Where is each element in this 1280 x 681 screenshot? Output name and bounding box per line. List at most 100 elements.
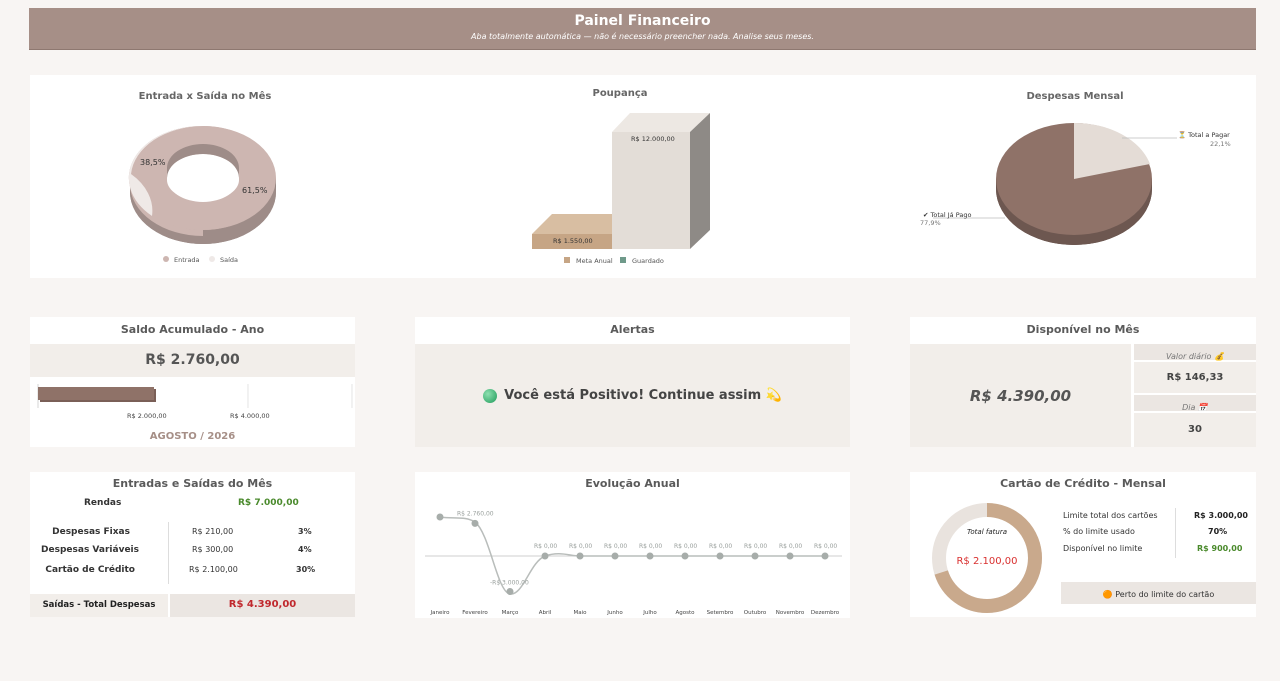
total-label: Saídas - Total Despesas <box>42 600 156 610</box>
dia-value: 30 <box>1188 424 1202 435</box>
saldo-value-box: R$ 2.760,00 <box>30 344 355 377</box>
evolucao-month-label: Julho <box>642 610 657 616</box>
donut-value: R$ 2.100,00 <box>956 556 1017 567</box>
saldo-period: AGOSTO / 2026 <box>149 431 236 442</box>
legend-saida: Saída <box>220 256 238 264</box>
evolucao-month-label: Abril <box>539 610 552 616</box>
saldo-value: R$ 2.760,00 <box>145 352 240 368</box>
evolucao-point-label: R$ 0,00 <box>779 543 802 550</box>
evolucao-point <box>506 587 514 595</box>
alertas-box: Você está Positivo! Continue assim 💫 <box>415 344 850 447</box>
rendas-value: R$ 7.000,00 <box>238 498 299 508</box>
chart-despesas[interactable]: ⏳ Total a Pagar 22,1% ✔ Total Já Pago 77… <box>915 115 1245 255</box>
entradas-saidas-panel: Entradas e Saídas do Mês Rendas R$ 7.000… <box>30 472 355 617</box>
donut-label: Total fatura <box>967 528 1007 536</box>
cartao-donut[interactable]: Total fatura R$ 2.100,00 <box>928 500 1046 616</box>
evolucao-point <box>541 552 549 560</box>
row-cartao-pct: 30% <box>296 565 316 574</box>
evolucao-month-label: Março <box>502 610 519 616</box>
alertas-title: Alertas <box>610 323 655 336</box>
disponivel-value: R$ 4.390,00 <box>969 386 1072 405</box>
row-despesas-fixas-label: Despesas Fixas <box>52 527 130 537</box>
saldo-tick-4000: R$ 4.000,00 <box>230 412 270 420</box>
row-despesas-variaveis-label: Despesas Variáveis <box>41 545 139 555</box>
cartao-row-limite-label: Limite total dos cartões <box>1063 511 1158 520</box>
evolucao-month-labels: Janeiro Fevereiro Março Abril Maio Junho Julho… <box>430 610 840 616</box>
evolucao-month-label: Fevereiro <box>462 610 488 616</box>
cartao-separator <box>1175 508 1176 558</box>
evolucao-point-label: -R$ 3.000,00 <box>490 579 529 586</box>
evolucao-point-label: R$ 0,00 <box>674 543 697 550</box>
label-entrada-pct: 61,5% <box>242 186 268 195</box>
cartao-row-limite-value: R$ 3.000,00 <box>1194 511 1248 520</box>
evolucao-line-chart[interactable]: R$ 2.760,00 -R$ 3.000,00 R$ 0,00 R$ 0,00 R$ … <box>415 494 850 618</box>
valor-diario-label-box: Valor diário 💰 <box>1134 344 1256 361</box>
valor-diario-value: R$ 146,33 <box>1166 372 1224 383</box>
evolucao-point <box>681 552 689 560</box>
evolucao-month-label: Agosto <box>675 610 695 616</box>
dashboard-header: Painel Financeiro Aba totalmente automát… <box>29 8 1256 50</box>
label-guardado: R$ 12.000,00 <box>631 135 675 143</box>
disponivel-value-box: R$ 4.390,00 <box>910 344 1131 447</box>
evolucao-point <box>716 552 724 560</box>
saldo-title: Saldo Acumulado - Ano <box>120 323 265 336</box>
evolucao-month-label: Novembro <box>776 610 805 616</box>
row-cartao-value: R$ 2.100,00 <box>189 565 238 574</box>
label-pago-pct: 77,9% <box>920 219 941 227</box>
chart-despesas-title: Despesas Mensal <box>1026 91 1124 102</box>
alertas-panel: Alertas Você está Positivo! Continue ass… <box>415 317 850 447</box>
chart-entrada-saida[interactable]: 38,5% 61,5% Entrada Saída <box>120 110 290 270</box>
disponivel-panel: Disponível no Mês R$ 4.390,00 Valor diár… <box>910 317 1256 447</box>
evolucao-point-label: R$ 0,00 <box>604 543 627 550</box>
evolucao-point-label: R$ 0,00 <box>744 543 767 550</box>
chart-poupanca-title: Poupança <box>592 88 648 99</box>
row-despesas-variaveis-pct: 4% <box>298 545 312 554</box>
evolucao-point <box>471 519 479 527</box>
valor-diario-label: Valor diário 💰 <box>1166 352 1224 361</box>
pie-top <box>996 122 1152 235</box>
cartao-row-usado-value: 70% <box>1208 527 1228 536</box>
total-value: R$ 4.390,00 <box>228 599 297 610</box>
evolucao-point <box>646 552 654 560</box>
evolucao-month-label: Janeiro <box>430 610 451 616</box>
dia-label: Dia 📅 <box>1182 403 1208 412</box>
cartao-title: Cartão de Crédito - Mensal <box>1000 477 1166 490</box>
cartao-row-usado-label: % do limite usado <box>1063 527 1135 536</box>
saldo-bar-chart: R$ 2.000,00 R$ 4.000,00 <box>37 384 353 420</box>
evolucao-month-label: Outubro <box>744 610 767 616</box>
evolucao-month-label: Maio <box>573 610 587 616</box>
legend-entrada-swatch <box>163 256 169 262</box>
legend-meta-swatch <box>564 257 570 263</box>
evolucao-point <box>786 552 794 560</box>
evolucao-point <box>821 552 829 560</box>
alert-message: Você está Positivo! Continue assim 💫 <box>504 388 782 403</box>
cartao-warning: 🟠 Perto do limite do cartão <box>1102 590 1215 599</box>
cartao-panel: Cartão de Crédito - Mensal Total fatura … <box>910 472 1256 617</box>
evolucao-point-label: R$ 0,00 <box>569 543 592 550</box>
expenses-divider <box>168 522 169 584</box>
label-pago: ✔ Total Já Pago <box>923 211 971 219</box>
entradas-saidas-title: Entradas e Saídas do Mês <box>112 477 273 490</box>
bottom-spacer <box>30 630 1256 681</box>
evolucao-point-label: R$ 0,00 <box>709 543 732 550</box>
legend-entrada: Entrada <box>174 256 200 264</box>
evolucao-month-label: Dezembro <box>811 610 840 616</box>
evolucao-month-label: Junho <box>606 610 623 616</box>
bar-guardado <box>612 113 710 249</box>
cartao-row-disponivel-value: R$ 900,00 <box>1197 544 1243 553</box>
chart-poupanca[interactable]: R$ 12.000,00 R$ 1.550,00 Meta Anual Guar… <box>520 105 730 270</box>
evolucao-point-labels: R$ 2.760,00 -R$ 3.000,00 R$ 0,00 R$ 0,00 R$ … <box>457 510 837 586</box>
evolucao-point-label: R$ 0,00 <box>534 543 557 550</box>
row-despesas-fixas-pct: 3% <box>298 527 312 536</box>
evolucao-point-label: R$ 2.760,00 <box>457 510 494 517</box>
dia-label-box: Dia 📅 <box>1134 395 1256 412</box>
evolucao-point <box>611 552 619 560</box>
saldo-panel: Saldo Acumulado - Ano R$ 2.760,00 R$ 2.0… <box>30 317 355 447</box>
row-despesas-variaveis-value: R$ 300,00 <box>192 545 234 554</box>
evolucao-month-label: Setembro <box>707 610 734 616</box>
evolucao-title: Evolução Anual <box>585 477 680 490</box>
row-cartao-label: Cartão de Crédito <box>45 565 135 575</box>
saldo-tick-2000: R$ 2.000,00 <box>127 412 167 420</box>
saldo-bar <box>38 387 154 400</box>
legend-meta: Meta Anual <box>576 257 613 265</box>
